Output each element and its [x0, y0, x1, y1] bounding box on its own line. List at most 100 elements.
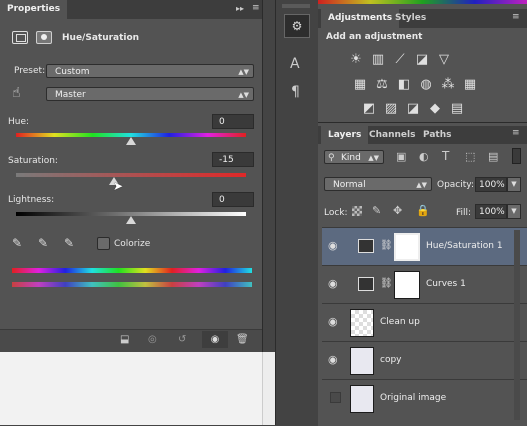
levels-icon[interactable]: ▥	[370, 52, 386, 68]
filter-toggle-icon[interactable]	[512, 148, 521, 164]
black-white-icon[interactable]: ◧	[396, 77, 412, 93]
lightness-slider-thumb[interactable]	[126, 216, 136, 224]
fill-label: Fill:	[456, 208, 472, 218]
blend-mode-dropdown[interactable]: Normal ▲▼	[324, 177, 432, 191]
lightness-input[interactable]: 0	[212, 192, 254, 207]
paragraph-dock-icon[interactable]: ¶	[291, 84, 300, 100]
visibility-off-box[interactable]	[330, 392, 341, 403]
channel-dropdown[interactable]: Master ▲▼	[46, 87, 254, 101]
opacity-input[interactable]: 100%	[475, 177, 507, 192]
filter-kind-label: Kind	[341, 153, 361, 163]
saturation-input[interactable]: -15	[212, 152, 254, 167]
layer-name[interactable]: Curves 1	[426, 279, 466, 289]
image-layer-thumbnail[interactable]	[350, 347, 374, 375]
filter-type-icon[interactable]: T	[442, 149, 449, 163]
hue-saturation-layer-icon	[358, 239, 374, 253]
posterize-icon[interactable]: ▨	[383, 101, 399, 117]
panel-menu-icon[interactable]: ≡	[512, 12, 520, 22]
dropdown-arrow-icon: ▲▼	[416, 181, 427, 189]
eye-icon[interactable]: ◉	[328, 353, 342, 367]
filter-smart-object-icon[interactable]: ▤	[488, 150, 498, 163]
properties-dock-icon[interactable]: ⚙	[284, 14, 310, 38]
layer-row-copy[interactable]: ◉ copy	[322, 341, 527, 379]
panel-menu-icon[interactable]: ≡	[512, 128, 520, 138]
vibrance-icon[interactable]: ▽	[436, 52, 452, 68]
panel-menu-icon[interactable]: ≡	[252, 3, 260, 13]
eye-icon[interactable]: ◉	[328, 239, 342, 253]
lightness-label: Lightness:	[8, 195, 55, 205]
layers-scrollbar[interactable]	[514, 230, 520, 420]
tab-channels[interactable]: Channels	[362, 126, 422, 145]
hue-input[interactable]: 0	[212, 114, 254, 129]
tab-styles[interactable]: Styles	[388, 9, 433, 28]
document-canvas[interactable]	[0, 352, 262, 425]
saturation-slider-track[interactable]	[16, 173, 246, 177]
curves-icon[interactable]: ⟋	[392, 52, 408, 68]
colorize-checkbox[interactable]	[97, 237, 110, 250]
layer-name[interactable]: copy	[380, 355, 402, 365]
eyedropper-plus-icon[interactable]: ✎	[38, 236, 48, 250]
gradient-map-icon[interactable]: ▤	[449, 101, 465, 117]
hand-tool-icon[interactable]: ☝	[12, 85, 21, 101]
threshold-icon[interactable]: ◪	[405, 101, 421, 117]
tab-paths[interactable]: Paths	[416, 126, 459, 145]
layer-row-clean-up[interactable]: ◉ Clean up	[322, 303, 527, 341]
collapse-icon[interactable]: ▸▸	[236, 4, 244, 13]
transparent-layer-thumbnail[interactable]	[350, 309, 374, 337]
lock-all-icon[interactable]: 🔒	[416, 204, 430, 217]
lock-position-icon[interactable]: ✥	[393, 204, 402, 217]
view-previous-icon[interactable]: ◎	[148, 334, 164, 346]
hue-slider-thumb[interactable]	[126, 137, 136, 145]
color-ramp[interactable]	[318, 0, 527, 4]
layer-row-curves[interactable]: ◉ ⛓ Curves 1	[322, 265, 527, 303]
visibility-toggle-icon[interactable]: ◉	[202, 331, 228, 348]
lock-label: Lock:	[324, 208, 348, 218]
tab-properties[interactable]: Properties	[0, 0, 68, 19]
photo-filter-icon[interactable]: ◍	[418, 77, 434, 93]
layer-name[interactable]: Original image	[380, 393, 446, 403]
dock-grip[interactable]	[282, 4, 310, 8]
clip-to-layer-icon[interactable]: ⬓	[120, 334, 136, 346]
layer-row-hue-saturation[interactable]: ◉ ⛓ Hue/Saturation 1	[322, 227, 527, 265]
search-icon: ⚲	[328, 153, 335, 163]
mask-icon[interactable]	[36, 31, 52, 44]
dropdown-arrow-icon: ▲▼	[238, 68, 249, 76]
layer-name[interactable]: Clean up	[380, 317, 420, 327]
filter-adjustment-icon[interactable]: ◐	[419, 150, 429, 163]
eye-icon[interactable]: ◉	[328, 277, 342, 291]
eye-icon[interactable]: ◉	[328, 315, 342, 329]
mouse-cursor-icon: ➤	[113, 179, 124, 193]
adjustment-layer-icon[interactable]	[12, 31, 28, 44]
exposure-icon[interactable]: ◪	[414, 52, 430, 68]
layer-name[interactable]: Hue/Saturation 1	[426, 241, 503, 251]
filter-shape-icon[interactable]: ⬚	[465, 150, 475, 163]
color-lookup-icon[interactable]: ▦	[462, 77, 478, 93]
channel-mixer-icon[interactable]: ⁂	[440, 77, 456, 93]
link-icon: ⛓	[380, 240, 393, 251]
preset-value: Custom	[55, 67, 90, 77]
hue-saturation-icon[interactable]: ▦	[352, 77, 368, 93]
eyedropper-icon[interactable]: ✎	[12, 236, 22, 250]
delete-icon[interactable]: 🗑	[236, 334, 252, 346]
invert-icon[interactable]: ◩	[361, 101, 377, 117]
lock-brush-icon[interactable]: ✎	[372, 204, 381, 217]
layer-mask-thumbnail[interactable]	[394, 233, 420, 261]
preset-dropdown[interactable]: Custom ▲▼	[46, 64, 254, 78]
filter-pixel-icon[interactable]: ▣	[396, 150, 406, 163]
lock-transparent-icon[interactable]	[352, 206, 362, 216]
opacity-dropdown-icon[interactable]: ▼	[507, 177, 521, 192]
saturation-label: Saturation:	[8, 156, 58, 166]
fill-dropdown-icon[interactable]: ▼	[507, 204, 521, 219]
filter-kind-dropdown[interactable]: ⚲ Kind ▲▼	[324, 150, 384, 164]
character-dock-icon[interactable]: A	[290, 56, 300, 72]
image-layer-thumbnail[interactable]	[350, 385, 374, 413]
brightness-icon[interactable]: ☀	[348, 52, 364, 68]
selective-color-icon[interactable]: ◆	[427, 101, 443, 117]
canvas-scrollbar[interactable]	[262, 352, 275, 425]
eyedropper-minus-icon[interactable]: ✎	[64, 236, 74, 250]
layer-mask-thumbnail[interactable]	[394, 271, 420, 299]
reset-icon[interactable]: ↺	[178, 334, 194, 346]
fill-input[interactable]: 100%	[475, 204, 507, 219]
layer-row-original-image[interactable]: Original image	[322, 379, 527, 417]
color-balance-icon[interactable]: ⚖	[374, 77, 390, 93]
